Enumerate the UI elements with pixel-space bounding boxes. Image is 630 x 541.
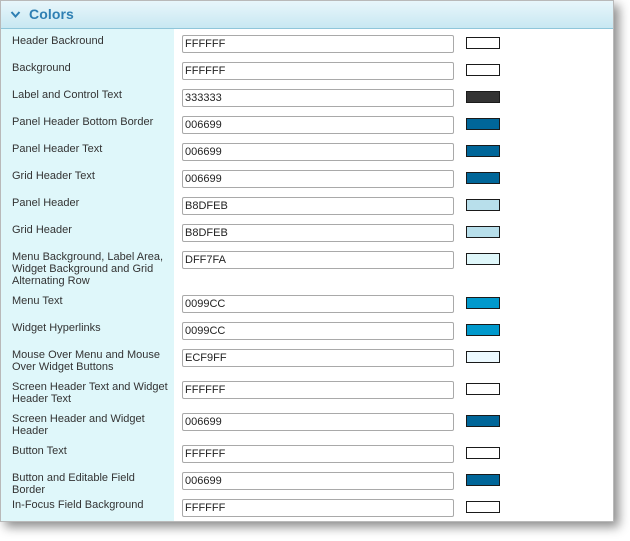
- panel-title: Colors: [29, 6, 74, 22]
- color-swatch[interactable]: [466, 172, 500, 184]
- color-hex-input[interactable]: [182, 381, 454, 399]
- color-setting-label: Header Backround: [12, 35, 104, 47]
- color-hex-input[interactable]: [182, 224, 454, 242]
- color-swatch[interactable]: [466, 145, 500, 157]
- color-setting-label: Button and Editable Field Border: [12, 472, 135, 496]
- colors-panel: Colors Header Backround Background Label a…: [0, 0, 614, 522]
- color-swatch[interactable]: [466, 64, 500, 76]
- color-hex-input[interactable]: [182, 251, 454, 269]
- color-setting-label: Grid Header Text: [12, 170, 95, 182]
- color-setting-label: Screen Header and Widget Header: [12, 413, 145, 437]
- color-hex-input[interactable]: [182, 170, 454, 188]
- color-swatch[interactable]: [466, 118, 500, 130]
- color-hex-input[interactable]: [182, 143, 454, 161]
- color-setting-label: Panel Header: [12, 197, 80, 209]
- color-setting-label: Grid Header: [12, 224, 72, 236]
- color-hex-input[interactable]: [182, 322, 454, 340]
- color-swatch[interactable]: [466, 37, 500, 49]
- color-setting-label: Widget Hyperlinks: [12, 322, 101, 334]
- color-swatch[interactable]: [466, 324, 500, 336]
- color-hex-input[interactable]: [182, 89, 454, 107]
- color-swatch[interactable]: [466, 474, 500, 486]
- color-hex-input[interactable]: [182, 472, 454, 490]
- color-setting-label: Background: [12, 62, 71, 74]
- color-hex-input[interactable]: [182, 349, 454, 367]
- color-setting-label: Button Text: [12, 445, 67, 457]
- color-setting-label: Screen Header Text and Widget Header Tex…: [12, 381, 168, 405]
- color-hex-input[interactable]: [182, 413, 454, 431]
- color-swatch[interactable]: [466, 91, 500, 103]
- color-hex-input[interactable]: [182, 499, 454, 517]
- color-setting-label: In-Focus Field Background: [12, 499, 144, 511]
- color-swatch[interactable]: [466, 253, 500, 265]
- color-setting-label: Label and Control Text: [12, 89, 122, 101]
- panel-header[interactable]: Colors: [1, 1, 613, 29]
- color-swatch[interactable]: [466, 199, 500, 211]
- color-setting-label: Menu Text: [12, 295, 63, 307]
- chevron-down-icon[interactable]: [10, 9, 21, 20]
- color-hex-input[interactable]: [182, 116, 454, 134]
- color-hex-input[interactable]: [182, 62, 454, 80]
- color-hex-input[interactable]: [182, 35, 454, 53]
- color-setting-label: Panel Header Bottom Border: [12, 116, 154, 128]
- color-swatch[interactable]: [466, 501, 500, 513]
- color-hex-input[interactable]: [182, 295, 454, 313]
- color-swatch[interactable]: [466, 383, 500, 395]
- color-swatch[interactable]: [466, 297, 500, 309]
- color-setting-label: Mouse Over Menu and Mouse Over Widget Bu…: [12, 349, 160, 373]
- color-swatch[interactable]: [466, 351, 500, 363]
- color-setting-label: Panel Header Text: [12, 143, 103, 155]
- color-hex-input[interactable]: [182, 445, 454, 463]
- color-setting-label: Menu Background, Label Area, Widget Back…: [12, 251, 164, 287]
- color-hex-input[interactable]: [182, 197, 454, 215]
- color-swatch[interactable]: [466, 447, 500, 459]
- color-swatch[interactable]: [466, 415, 500, 427]
- color-swatch[interactable]: [466, 226, 500, 238]
